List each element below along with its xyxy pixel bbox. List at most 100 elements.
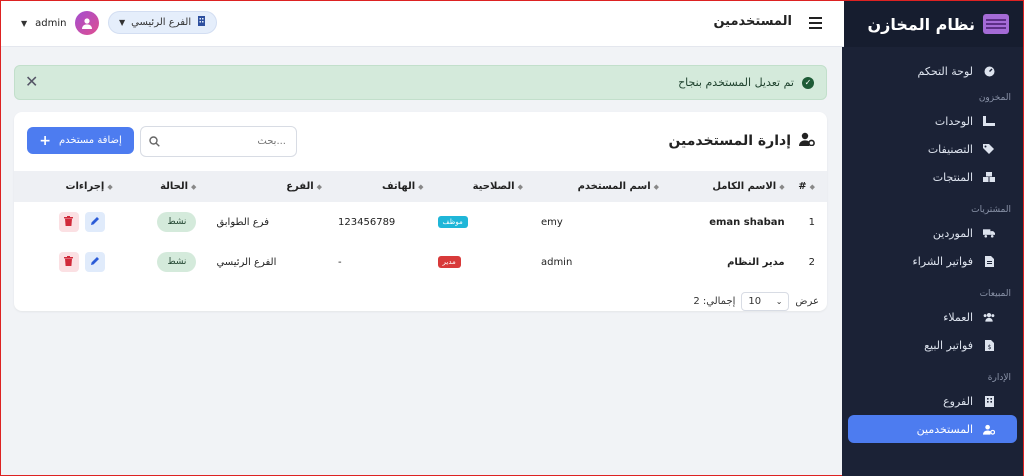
branch-cell: فرع الطوابق [202, 202, 328, 242]
sidebar-item[interactable]: فواتير الشراء [842, 247, 1023, 275]
column-header-label: الفرع [286, 181, 314, 192]
sidebar-item-label: فواتير البيع [924, 338, 973, 352]
sort-icon: ◆ [107, 183, 113, 191]
sort-icon: ◆ [517, 183, 523, 191]
sidebar-item-label: لوحة التحكم [917, 64, 973, 78]
sidebar-item[interactable]: الوحدات [842, 107, 1023, 135]
user-gear-icon [983, 423, 995, 435]
plus-icon: + [39, 132, 51, 149]
column-header[interactable]: ◆الفرع [202, 171, 328, 202]
phone-cell-text: 123456789 [338, 216, 396, 228]
table-body: 1 eman shaban emy موظف 123456789 فرع الطوابق ن… [14, 202, 827, 282]
branch-cell-text: فرع الطوابق [216, 216, 269, 228]
row-number-text: 1 [808, 216, 815, 228]
avatar [74, 11, 99, 35]
per-page-select[interactable]: 10 ⌄ [741, 292, 790, 311]
role-badge: مدير [437, 256, 461, 268]
sidebar-item[interactable]: لوحة التحكم [842, 57, 1023, 85]
delete-button[interactable] [58, 252, 79, 272]
column-header-label: الحالة [160, 181, 189, 192]
column-header[interactable]: ◆الصلاحية [430, 171, 529, 202]
column-header[interactable]: ◆اسم المستخدم [529, 171, 665, 202]
phone-cell-text: - [338, 256, 342, 268]
full-name: eman shaban [665, 202, 791, 242]
per-page-value: 10 [748, 296, 762, 307]
sidebar-item[interactable]: الفروع [842, 387, 1023, 415]
sort-icon: ◆ [779, 183, 785, 191]
column-header[interactable]: ◆إجراءات [14, 171, 119, 202]
search-box[interactable] [140, 126, 297, 157]
add-user-button[interactable]: إضافة مستخدم + [27, 127, 134, 154]
actions-cell [14, 202, 119, 242]
edit-button[interactable] [84, 252, 105, 272]
branch-selector[interactable]: ▼ الفرع الرئيسي [108, 11, 218, 34]
table-header-row: ◆# ◆الاسم الكامل ◆اسم المستخدم ◆الصلاحية ◆ال… [14, 171, 827, 202]
tags-icon [983, 143, 995, 155]
sort-icon: ◆ [809, 183, 815, 191]
pencil-icon [90, 216, 100, 229]
search-icon [149, 132, 160, 151]
column-header[interactable]: ◆الحالة [119, 171, 203, 202]
warehouse-logo-icon [983, 14, 1009, 34]
building-icon [197, 16, 206, 29]
user-menu[interactable]: ▼ admin [21, 11, 99, 35]
row-number: 2 [791, 242, 827, 282]
chevron-down-icon: ⌄ [775, 297, 783, 306]
sidebar-nav: لوحة التحكم المخزون الوحدات التصنيفات المنتج… [842, 47, 1023, 443]
close-icon[interactable]: ✕ [25, 74, 38, 90]
sidebar-section-label: المبيعات [979, 289, 1011, 299]
total-count: إجمالي: 2 [693, 296, 736, 307]
column-header-label: الاسم الكامل [712, 181, 777, 192]
add-user-label: إضافة مستخدم [58, 135, 122, 146]
building-icon [983, 395, 995, 407]
status-badge: نشط [157, 212, 197, 232]
sidebar-item-label: المستخدمين [916, 422, 973, 436]
column-header[interactable]: ◆الهاتف [328, 171, 430, 202]
branch-selector-label: الفرع الرئيسي [131, 17, 192, 28]
sort-icon: ◆ [316, 183, 323, 191]
sidebar-item-label: فواتير الشراء [912, 254, 973, 268]
brand[interactable]: نظام المخازن [842, 1, 1023, 47]
pencil-icon [90, 256, 100, 269]
menu-toggle-icon[interactable] [809, 17, 822, 29]
dashboard-icon [983, 65, 995, 77]
caret-down-icon: ▼ [21, 18, 28, 28]
trash-icon [64, 215, 74, 229]
sidebar-item-label: الموردين [932, 226, 973, 240]
alert-message: تم تعديل المستخدم بنجاح [678, 76, 794, 89]
show-label: عرض [795, 296, 819, 307]
column-header[interactable]: ◆الاسم الكامل [665, 171, 791, 202]
sidebar-item[interactable]: $ فواتير البيع [842, 331, 1023, 359]
check-circle-icon: ✓ [802, 76, 814, 89]
sidebar-item[interactable]: الموردين [842, 219, 1023, 247]
status-badge: نشط [157, 252, 197, 272]
page-title: المستخدمين [713, 14, 792, 29]
caret-down-icon: ▼ [119, 18, 126, 27]
edit-button[interactable] [84, 212, 105, 232]
column-header-label: الهاتف [381, 181, 416, 192]
users-table: ◆# ◆الاسم الكامل ◆اسم المستخدم ◆الصلاحية ◆ال… [14, 171, 827, 282]
card-title-wrap: إدارة المستخدمين [668, 132, 815, 150]
sidebar-item[interactable]: العملاء [842, 303, 1023, 331]
sidebar-item-label: المنتجات [932, 170, 973, 184]
user-gear-icon [799, 132, 815, 150]
delete-button[interactable] [58, 212, 79, 232]
username-cell-text: emy [540, 216, 563, 228]
sort-icon: ◆ [191, 183, 197, 191]
sidebar-item[interactable]: المنتجات [842, 163, 1023, 191]
username-cell: admin [529, 242, 665, 282]
sidebar-item-label: الفروع [943, 394, 973, 408]
sidebar-item[interactable]: المستخدمين [848, 415, 1017, 443]
search-input[interactable] [166, 136, 286, 147]
branch-cell: الفرع الرئيسي [202, 242, 328, 282]
full-name-text: مدير النظام [727, 256, 785, 268]
column-header-label: الصلاحية [472, 181, 515, 192]
column-header[interactable]: ◆# [791, 171, 827, 202]
table-footer: عرض 10 ⌄ إجمالي: 2 [14, 292, 827, 312]
sidebar-item[interactable]: التصنيفات [842, 135, 1023, 163]
role-badge: موظف [437, 216, 468, 228]
username: admin [35, 17, 67, 29]
card-title: إدارة المستخدمين [668, 133, 791, 149]
per-page-control: عرض 10 ⌄ إجمالي: 2 [693, 292, 819, 311]
full-name: مدير النظام [665, 242, 791, 282]
